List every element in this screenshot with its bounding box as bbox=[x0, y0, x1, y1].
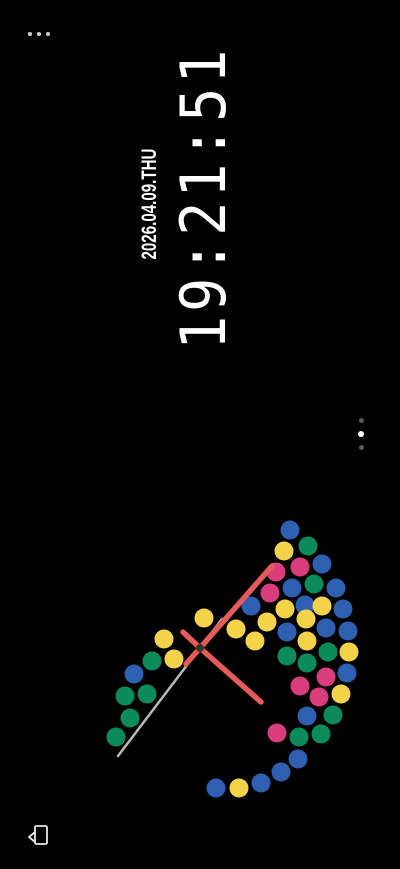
hour-hand bbox=[197, 645, 264, 705]
clock-dot-green bbox=[297, 653, 317, 673]
clock-dot-green bbox=[115, 686, 135, 706]
clock-dot-green bbox=[106, 727, 126, 747]
clock-dot-yellow bbox=[312, 596, 332, 616]
clock-dot-pink bbox=[309, 687, 329, 707]
clock-dot-yellow bbox=[339, 642, 359, 662]
clock-dot-pink bbox=[290, 676, 310, 696]
clock-dot-blue bbox=[288, 749, 308, 769]
clock-dot-pink bbox=[267, 723, 287, 743]
clock-dot-yellow bbox=[229, 778, 249, 798]
clock-dot-yellow bbox=[331, 684, 351, 704]
clock-dot-green bbox=[298, 536, 318, 556]
clock-dot-green bbox=[137, 684, 157, 704]
clock-dot-green bbox=[304, 574, 324, 594]
clock-dot-pink bbox=[316, 667, 336, 687]
clock-dot-yellow bbox=[194, 608, 214, 628]
clock-dot-green bbox=[318, 642, 338, 662]
clock-dot-yellow bbox=[154, 629, 174, 649]
clock-dot-yellow bbox=[226, 619, 246, 639]
clock-dot-blue bbox=[297, 706, 317, 726]
screen-rotation-icon bbox=[28, 825, 48, 845]
clock-dot-blue bbox=[312, 554, 332, 574]
clock-dot-green bbox=[120, 708, 140, 728]
clock-dot-blue bbox=[271, 762, 291, 782]
screen-rotation-button[interactable] bbox=[24, 820, 54, 850]
clock-dot-blue bbox=[251, 773, 271, 793]
clock-dot-green bbox=[311, 724, 331, 744]
clock-dot-green bbox=[142, 651, 162, 671]
clock-dot-blue bbox=[124, 664, 144, 684]
clock-dot-pink bbox=[260, 583, 280, 603]
clock-dots bbox=[106, 520, 359, 798]
clock-dot-pink bbox=[290, 557, 310, 577]
clock-dot-blue bbox=[206, 778, 226, 798]
clock-dot-blue bbox=[333, 599, 353, 619]
clock-dot-yellow bbox=[275, 599, 295, 619]
clock-dot-blue bbox=[338, 621, 358, 641]
clock-dot-blue bbox=[280, 520, 300, 540]
clock-dot-yellow bbox=[274, 541, 294, 561]
analog-dot-clock bbox=[106, 520, 359, 798]
clock-hands bbox=[116, 563, 275, 758]
clock-dot-yellow bbox=[257, 612, 277, 632]
clock-dot-yellow bbox=[245, 631, 265, 651]
clock-dot-blue bbox=[326, 578, 346, 598]
clock-dot-green bbox=[277, 646, 297, 666]
clock-dot-green bbox=[323, 705, 343, 725]
clock-dot-blue bbox=[282, 578, 302, 598]
clock-dot-yellow bbox=[296, 609, 316, 629]
clock-dot-yellow bbox=[297, 631, 317, 651]
clock-dot-blue bbox=[316, 618, 336, 638]
clock-dot-green bbox=[289, 727, 309, 747]
clock-dot-yellow bbox=[164, 649, 184, 669]
clock-dot-blue bbox=[337, 663, 357, 683]
clock-dot-blue bbox=[277, 622, 297, 642]
clock-center-cap bbox=[196, 644, 204, 652]
